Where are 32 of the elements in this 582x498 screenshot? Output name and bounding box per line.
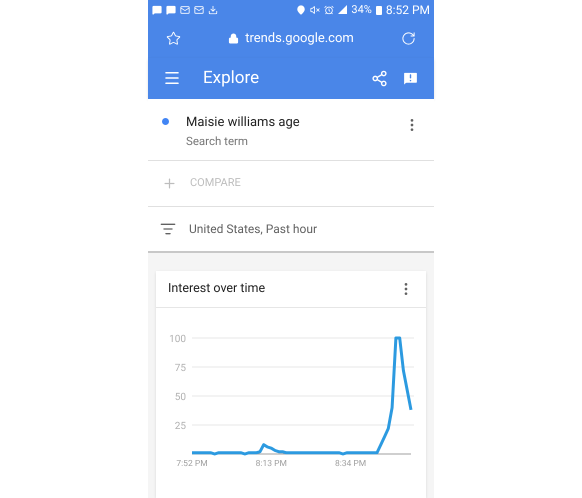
share-icon[interactable]: [371, 70, 388, 87]
y-tick-label: 25: [174, 421, 186, 432]
card-title: Interest over time: [168, 280, 266, 298]
y-tick-label: 50: [174, 392, 186, 403]
search-term-type: Search term: [186, 132, 250, 150]
feedback-icon[interactable]: [402, 70, 419, 87]
plus-icon: [162, 176, 177, 191]
filter-icon: [160, 221, 176, 237]
y-tick-label: 75: [174, 363, 186, 374]
x-tick-label: 7:52 PM: [176, 459, 208, 469]
search-term[interactable]: Maisie williams age: [186, 113, 404, 133]
download-icon: [208, 4, 218, 15]
y-tick-label: 100: [169, 334, 186, 345]
location-icon: [296, 4, 306, 15]
x-tick-label: 8:34 PM: [334, 459, 366, 469]
mail-icon: [180, 4, 190, 15]
chat-icon: [152, 4, 162, 15]
signal-icon: [338, 5, 348, 14]
battery-level: 34%: [351, 2, 372, 18]
battery-icon: [376, 4, 382, 15]
mute-icon: [310, 4, 320, 15]
url-text[interactable]: trends.google.com: [245, 28, 354, 48]
clock: 8:52 PM: [386, 2, 430, 19]
bookmark-star-icon[interactable]: [166, 31, 181, 46]
filter-button[interactable]: United States, Past hour: [148, 207, 434, 253]
page-title: Explore: [203, 66, 260, 90]
message-icon: [166, 4, 176, 15]
lock-icon: [228, 33, 240, 44]
mail-icon: [194, 4, 204, 15]
x-tick-label: 8:13 PM: [256, 459, 287, 469]
alarm-icon: [324, 4, 334, 15]
reload-icon[interactable]: [400, 31, 416, 46]
